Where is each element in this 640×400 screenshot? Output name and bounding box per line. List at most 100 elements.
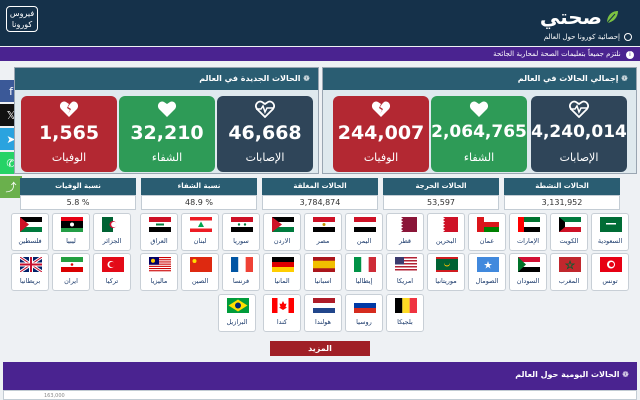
flag-label: لبنان (193, 237, 207, 245)
flag-lebanon[interactable]: لبنان (181, 213, 219, 251)
flag-somalia[interactable]: الصومال (468, 253, 506, 291)
flag-syria[interactable]: سوريا (222, 213, 260, 251)
flag-kuwait[interactable]: الكويت (550, 213, 588, 251)
flag-uae[interactable]: الإمارات (509, 213, 547, 251)
stat-recovery-rate-value: 48.9 % (141, 195, 257, 210)
flag-egypt[interactable]: مصر (304, 213, 342, 251)
new-recovered-label: الشفاء (151, 151, 183, 164)
flag-label: فلسطين (18, 237, 42, 245)
total-deaths-value: 244,007 (337, 122, 425, 144)
stat-recovery-rate-label: نسبة الشفاء (141, 178, 257, 195)
flag-sudan[interactable]: السودان (509, 253, 547, 291)
new-infections-value: 46,668 (228, 122, 302, 144)
new-infections-label: الإصابات (245, 151, 285, 164)
flag-malaysia[interactable]: ماليزيا (140, 253, 178, 291)
flag-canada[interactable]: كندا (263, 294, 301, 332)
leaf-icon (606, 11, 618, 24)
tunisia-flag-icon (600, 257, 622, 272)
flag-brazil[interactable]: البرازيل (218, 294, 256, 332)
new-cases-title: ❁ الحالات الجديدة في العالم (15, 68, 318, 90)
qatar-flag-icon (395, 217, 417, 232)
flag-label: ماليزيا (150, 277, 168, 285)
corona-button-line1: فيروس (9, 9, 35, 18)
iran-flag-icon (61, 257, 83, 272)
syria-flag-icon (231, 217, 253, 232)
total-cases-title: ❁ إجمالي الحالات في العالم (323, 68, 636, 90)
flag-libya[interactable]: ليبيا (52, 213, 90, 251)
flag-label: الصومال (475, 277, 499, 285)
new-infections-card: 46,668 الإصابات (217, 96, 313, 172)
share-icon: ⤴ (5, 181, 17, 194)
stat-critical-value: 53,597 (383, 195, 499, 210)
heart-icon (469, 101, 489, 117)
italy-flag-icon (354, 257, 376, 272)
france-flag-icon (231, 257, 253, 272)
flag-algeria[interactable]: الجزائر (93, 213, 131, 251)
flag-germany[interactable]: المانيا (263, 253, 301, 291)
new-deaths-card: 1,565 الوفيات (21, 96, 117, 172)
corona-button-line2: كورونا (11, 20, 33, 29)
info-icon: i (626, 51, 634, 59)
flag-label: السعودية (597, 237, 623, 245)
flag-netherlands[interactable]: هولندا (304, 294, 342, 332)
flag-oman[interactable]: عمان (468, 213, 506, 251)
flag-label: موريتانيا (435, 277, 457, 285)
stat-active: الحالات النشطة 3,131,952 (504, 178, 620, 212)
flag-palestine[interactable]: فلسطين (11, 213, 49, 251)
flag-belgium[interactable]: بلجيكا (386, 294, 424, 332)
flag-label: ليبيا (66, 237, 76, 245)
flag-usa[interactable]: امريكا (386, 253, 424, 291)
top-header: فيروس كورونا صحتي إحصائية كورونا حول الع… (0, 0, 640, 46)
stat-death-rate: نسبة الوفيات 5.8 % (20, 178, 136, 212)
mauritania-flag-icon (436, 257, 458, 272)
total-infections-value: 4,240,014 (531, 122, 627, 142)
malaysia-flag-icon (149, 257, 171, 272)
heart-icon (157, 101, 177, 117)
flag-bahrain[interactable]: البحرين (427, 213, 465, 251)
total-recovered-label: الشفاء (463, 151, 495, 164)
more-button[interactable]: المزيد (270, 341, 370, 356)
flag-uk[interactable]: بريطانيا (11, 253, 49, 291)
total-deaths-label: الوفيات (363, 151, 399, 164)
stat-closed-value: 3,784,874 (262, 195, 378, 210)
flag-morocco[interactable]: المغرب (550, 253, 588, 291)
uae-flag-icon (518, 217, 540, 232)
flag-russia[interactable]: روسيا (345, 294, 383, 332)
flag-china[interactable]: الصين (181, 253, 219, 291)
sudan-flag-icon (518, 257, 540, 272)
total-infections-label: الإصابات (559, 151, 599, 164)
flag-label: الجزائر (102, 237, 122, 245)
total-deaths-card: 244,007 الوفيات (333, 96, 429, 172)
flag-iran[interactable]: ايران (52, 253, 90, 291)
radio-dot-icon (624, 33, 632, 41)
flag-mauritania[interactable]: موريتانيا (427, 253, 465, 291)
usa-flag-icon (395, 257, 417, 272)
flag-saudi[interactable]: السعودية (591, 213, 629, 251)
canada-flag-icon (272, 298, 294, 313)
flag-label: البحرين (435, 237, 457, 245)
corona-button[interactable]: فيروس كورونا (6, 6, 38, 32)
flag-label: هولندا (315, 318, 331, 326)
flag-label: كندا (276, 318, 288, 326)
total-infections-card: 4,240,014 الإصابات (531, 96, 627, 172)
flag-turkey[interactable]: تركيا (93, 253, 131, 291)
flag-italy[interactable]: إيطاليا (345, 253, 383, 291)
share-button[interactable]: ⤴ (0, 176, 22, 198)
brand-logo[interactable]: صحتي (540, 4, 620, 30)
spain-flag-icon (313, 257, 335, 272)
daily-chart-tick: 163,000 (44, 393, 65, 399)
flag-yemen[interactable]: اليمن (345, 213, 383, 251)
flag-iraq[interactable]: العراق (140, 213, 178, 251)
flag-label: البرازيل (226, 318, 248, 326)
egypt-flag-icon (313, 217, 335, 232)
flag-qatar[interactable]: قطر (386, 213, 424, 251)
broken-heart-icon (59, 101, 79, 117)
flag-jordan[interactable]: الاردن (263, 213, 301, 251)
palestine-flag-icon (20, 217, 42, 232)
flag-spain[interactable]: اسبانيا (304, 253, 342, 291)
germany-flag-icon (272, 257, 294, 272)
flag-tunisia[interactable]: تونس (591, 253, 629, 291)
flag-france[interactable]: فرنسا (222, 253, 260, 291)
new-recovered-card: 32,210 الشفاء (119, 96, 215, 172)
russia-flag-icon (354, 298, 376, 313)
